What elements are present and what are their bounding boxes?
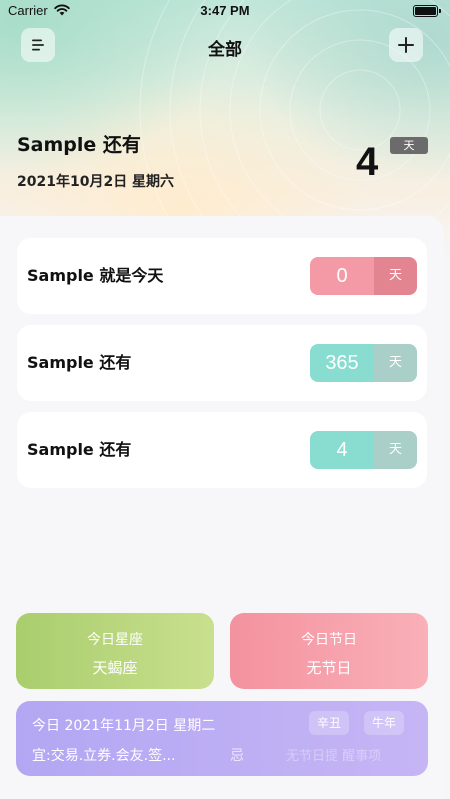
event-card[interactable]: Sample 就是今天 0 天 (17, 238, 427, 314)
almanac-year-zodiac: 牛年 (364, 711, 405, 735)
event-days-badge: 0 天 (310, 257, 417, 295)
event-days-badge: 4 天 (310, 431, 417, 469)
event-days-count: 4 (310, 431, 374, 469)
featured-event-date: 2021年10月2日 星期六 (17, 174, 175, 190)
featured-event-count: 4 (356, 140, 379, 184)
featured-event-unit: 天 (390, 137, 428, 154)
status-bar: Carrier 3:47 PM (0, 0, 450, 24)
almanac-date: 今日 2021年11月2日 星期二 (32, 718, 216, 734)
status-time: 3:47 PM (200, 3, 250, 18)
event-label: Sample 就是今天 (27, 266, 164, 285)
event-days-unit: 天 (374, 344, 417, 382)
event-label: Sample 还有 (27, 353, 132, 372)
event-label: Sample 还有 (27, 440, 132, 459)
add-button[interactable] (389, 28, 423, 62)
almanac-ji-items: 无节日提 醒事项 (286, 749, 382, 764)
event-days-count: 0 (310, 257, 374, 295)
almanac-ji: 忌 (230, 748, 244, 764)
holiday-tile[interactable]: 今日节日 无节日 (230, 613, 428, 689)
event-days-count: 365 (310, 344, 374, 382)
almanac-year-ganzhi: 辛丑 (309, 711, 350, 735)
event-card[interactable]: Sample 还有 365 天 (17, 325, 427, 401)
page-title: 全部 (208, 40, 242, 60)
zodiac-tile[interactable]: 今日星座 天蝎座 (16, 613, 214, 689)
plus-icon (398, 37, 414, 53)
zodiac-tile-value: 天蝎座 (92, 659, 138, 677)
featured-event-label[interactable]: Sample 还有 (17, 130, 141, 157)
holiday-tile-title: 今日节日 (301, 632, 357, 648)
battery-icon (413, 5, 441, 17)
event-days-unit: 天 (374, 431, 417, 469)
holiday-tile-value: 无节日 (306, 659, 352, 677)
event-card[interactable]: Sample 还有 4 天 (17, 412, 427, 488)
almanac-card[interactable]: 今日 2021年11月2日 星期二 辛丑 牛年 宜:交易.立券.会友.签... … (16, 701, 428, 776)
almanac-yi: 宜:交易.立券.会友.签... (32, 748, 176, 764)
event-days-unit: 天 (374, 257, 417, 295)
event-days-badge: 365 天 (310, 344, 417, 382)
zodiac-tile-title: 今日星座 (87, 632, 143, 648)
